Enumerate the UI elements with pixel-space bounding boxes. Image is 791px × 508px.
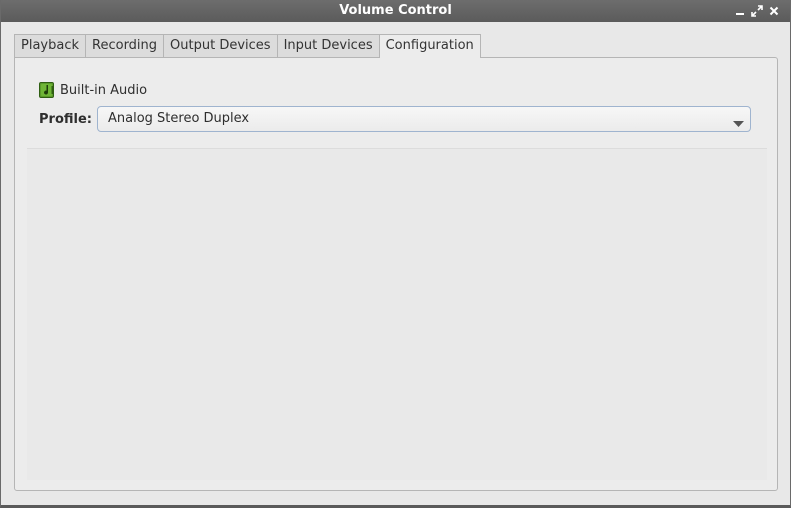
profile-selected-value: Analog Stereo Duplex (108, 111, 250, 126)
audio-card-icon (39, 82, 54, 98)
tab-recording[interactable]: Recording (85, 34, 164, 58)
configuration-panel: Built-in Audio Profile: Analog Stereo Du… (14, 57, 778, 491)
tab-playback[interactable]: Playback (14, 34, 86, 58)
device-card-header: Built-in Audio Profile: Analog Stereo Du… (27, 70, 767, 149)
device-card: Built-in Audio Profile: Analog Stereo Du… (27, 70, 767, 480)
device-row: Built-in Audio (39, 82, 147, 98)
device-name: Built-in Audio (60, 82, 148, 98)
window-controls (734, 0, 780, 22)
volume-control-window: Volume Control Playback Recording Output… (0, 0, 791, 508)
tab-configuration[interactable]: Configuration (378, 34, 481, 58)
minimize-icon[interactable] (734, 5, 746, 17)
window-title: Volume Control (339, 3, 452, 18)
tab-input-devices[interactable]: Input Devices (276, 34, 379, 58)
profile-row: Profile: Analog Stereo Duplex (39, 106, 751, 132)
tab-bar: Playback Recording Output Devices Input … (14, 34, 481, 58)
title-bar[interactable]: Volume Control (1, 0, 790, 22)
profile-dropdown[interactable]: Analog Stereo Duplex (97, 106, 751, 132)
profile-label: Profile: (39, 111, 92, 127)
chevron-down-icon (733, 116, 744, 127)
close-icon[interactable] (768, 5, 780, 17)
tab-output-devices[interactable]: Output Devices (163, 34, 277, 58)
maximize-icon[interactable] (751, 5, 763, 17)
